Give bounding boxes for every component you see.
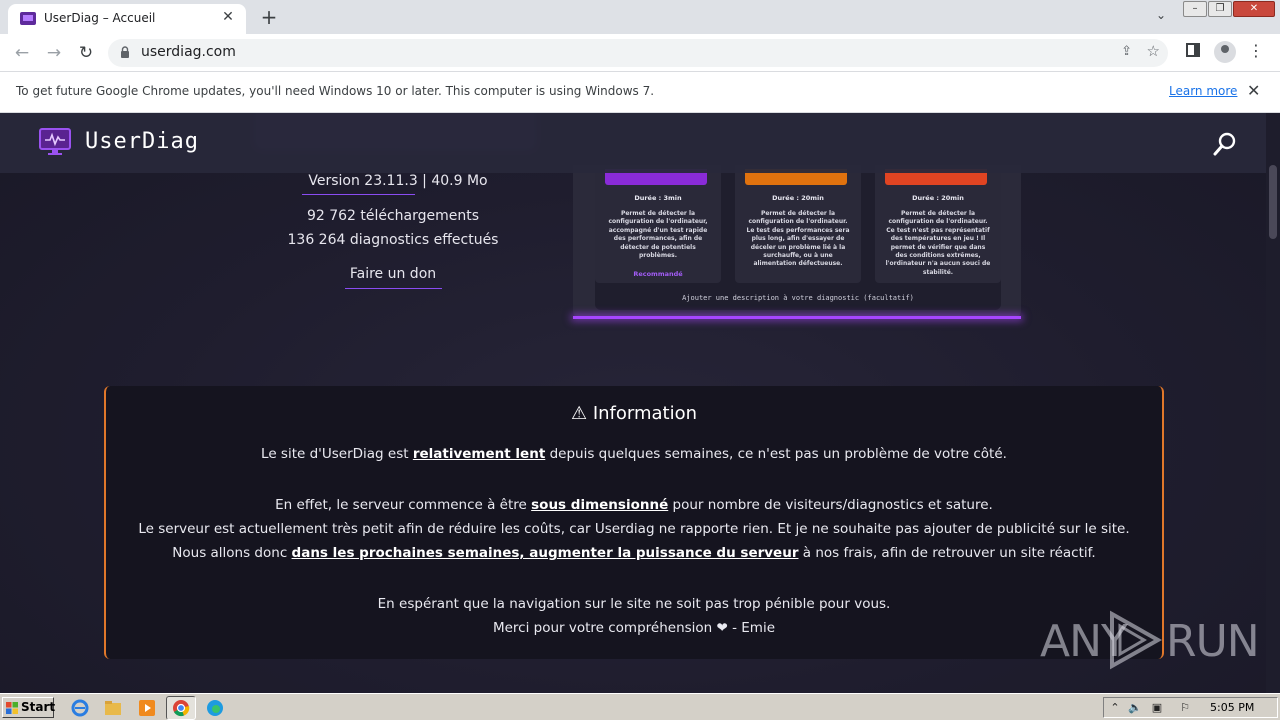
edge-icon[interactable] <box>205 698 225 718</box>
emphasis-text: relativement lent <box>412 446 546 462</box>
action-center-flag-icon[interactable]: ⚐ <box>1178 701 1192 715</box>
taskbar-clock[interactable]: 5:05 PM <box>1210 701 1254 714</box>
menu-kebab-icon[interactable]: ⋮ <box>1248 41 1264 60</box>
diagnostic-preview-image: Durée : 3min Permet de détecter la confi… <box>573 165 1021 319</box>
version-underline <box>302 194 415 195</box>
tab-close-icon[interactable]: ✕ <box>220 9 236 25</box>
windows-taskbar: Start ⌃ 🔈 ▣ ⚐ 5:05 PM <box>0 693 1280 720</box>
preview-card-badge: Recommandé <box>633 270 683 278</box>
information-box: ⚠ Information Le site d'UserDiag est rel… <box>104 386 1164 659</box>
profile-avatar-icon[interactable] <box>1214 41 1236 63</box>
forward-arrow-icon[interactable]: → <box>42 41 66 65</box>
preview-panel: Durée : 3min Permet de détecter la confi… <box>595 165 1001 310</box>
lock-icon <box>121 46 129 58</box>
page-viewport: UserDiag Version 23.11.3 | 40.9 Mo 92 76… <box>0 113 1266 693</box>
network-icon[interactable]: ▣ <box>1150 701 1164 715</box>
play-triangle-icon <box>1110 610 1163 670</box>
preview-card-duration: Durée : 20min <box>772 194 824 202</box>
bookmark-star-icon[interactable]: ☆ <box>1147 42 1160 60</box>
window-minimize-button[interactable]: – <box>1183 1 1207 17</box>
update-infobar: To get future Google Chrome updates, you… <box>0 72 1280 113</box>
address-bar[interactable]: userdiag.com ⇪ ☆ <box>108 39 1168 67</box>
site-header: UserDiag <box>0 113 1266 173</box>
download-count: 92 762 téléchargements <box>306 208 480 224</box>
new-tab-button[interactable]: + <box>258 6 280 28</box>
version-info: Version 23.11.3 | 40.9 Mo <box>308 173 488 189</box>
volume-icon[interactable]: 🔈 <box>1128 701 1142 715</box>
donate-underline <box>345 288 442 289</box>
information-line: Nous allons donc dans les prochaines sem… <box>172 545 1096 561</box>
preview-card-quick: Durée : 3min Permet de détecter la confi… <box>595 165 721 283</box>
back-arrow-icon[interactable]: ← <box>10 41 34 65</box>
information-line: En effet, le serveur commence à être sou… <box>275 497 993 513</box>
monitor-logo-icon[interactable] <box>39 127 71 157</box>
diagnostic-count: 136 264 diagnostics effectués <box>287 232 499 248</box>
information-line: Le site d'UserDiag est relativement lent… <box>261 446 1007 462</box>
preview-card-duration: Durée : 20min <box>912 194 964 202</box>
windows-flag-icon <box>6 702 18 714</box>
window-maximize-button[interactable]: ❐ <box>1208 1 1232 17</box>
reload-icon[interactable]: ↻ <box>74 41 98 65</box>
userdiag-favicon-icon <box>20 12 36 25</box>
emphasis-text: dans les prochaines semaines, augmenter … <box>291 545 799 561</box>
tray-expand-icon[interactable]: ⌃ <box>1108 701 1122 715</box>
page-scrollbar[interactable] <box>1266 113 1280 693</box>
preview-card-long: Durée : 20min Permet de détecter la conf… <box>735 165 861 283</box>
information-signature: Merci pour votre compréhension ❤ - Emie <box>492 620 776 636</box>
information-title: ⚠ Information <box>570 403 698 424</box>
browser-tab[interactable]: UserDiag – Accueil ✕ <box>8 4 246 34</box>
system-tray: ⌃ 🔈 ▣ ⚐ 5:05 PM <box>1103 697 1278 718</box>
emphasis-text: sous dimensionné <box>531 497 669 513</box>
preview-footer: Ajouter une description à votre diagnost… <box>682 294 914 302</box>
donate-link[interactable]: Faire un don <box>193 266 593 282</box>
scrollbar-thumb[interactable] <box>1269 165 1277 239</box>
tab-title: UserDiag – Accueil <box>44 11 156 25</box>
chrome-taskbar-button[interactable] <box>166 696 196 720</box>
preview-card-description: Permet de détecter la configuration de l… <box>885 210 991 276</box>
infobar-message: To get future Google Chrome updates, you… <box>16 84 655 98</box>
preview-card-stress: Durée : 20min Permet de détecter la conf… <box>875 165 1001 283</box>
infobar-close-icon[interactable]: ✕ <box>1247 81 1260 100</box>
chrome-icon <box>173 700 190 717</box>
url-text: userdiag.com <box>141 44 236 60</box>
site-brand[interactable]: UserDiag <box>85 129 199 154</box>
start-button[interactable]: Start <box>2 697 56 718</box>
information-line: Le serveur est actuellement très petit a… <box>138 521 1130 537</box>
learn-more-link[interactable]: Learn more <box>1169 84 1237 98</box>
browser-toolbar: ← → ↻ userdiag.com ⇪ ☆ ⋮ <box>0 34 1280 72</box>
preview-card-description: Permet de détecter la configuration de l… <box>746 210 850 268</box>
internet-explorer-icon[interactable] <box>70 698 90 718</box>
media-player-icon[interactable] <box>137 698 157 718</box>
window-close-button[interactable]: ✕ <box>1233 1 1275 17</box>
watermark-text-right: RUN <box>1166 616 1260 667</box>
search-icon[interactable] <box>1212 131 1238 157</box>
tab-search-chevron-icon[interactable]: ⌄ <box>1152 8 1170 26</box>
preview-card-duration: Durée : 3min <box>634 194 682 202</box>
information-line: En espérant que la navigation sur le sit… <box>377 596 891 612</box>
preview-glow-line <box>573 316 1021 319</box>
file-explorer-icon[interactable] <box>103 698 123 718</box>
share-icon[interactable]: ⇪ <box>1121 44 1132 59</box>
tab-strip: UserDiag – Accueil ✕ + ⌄ – ❐ ✕ <box>0 0 1280 34</box>
preview-card-description: Permet de détecter la configuration de l… <box>608 210 708 260</box>
side-panel-icon[interactable] <box>1186 43 1200 57</box>
start-label: Start <box>21 700 56 714</box>
anyrun-watermark: ANY RUN <box>1040 610 1260 670</box>
